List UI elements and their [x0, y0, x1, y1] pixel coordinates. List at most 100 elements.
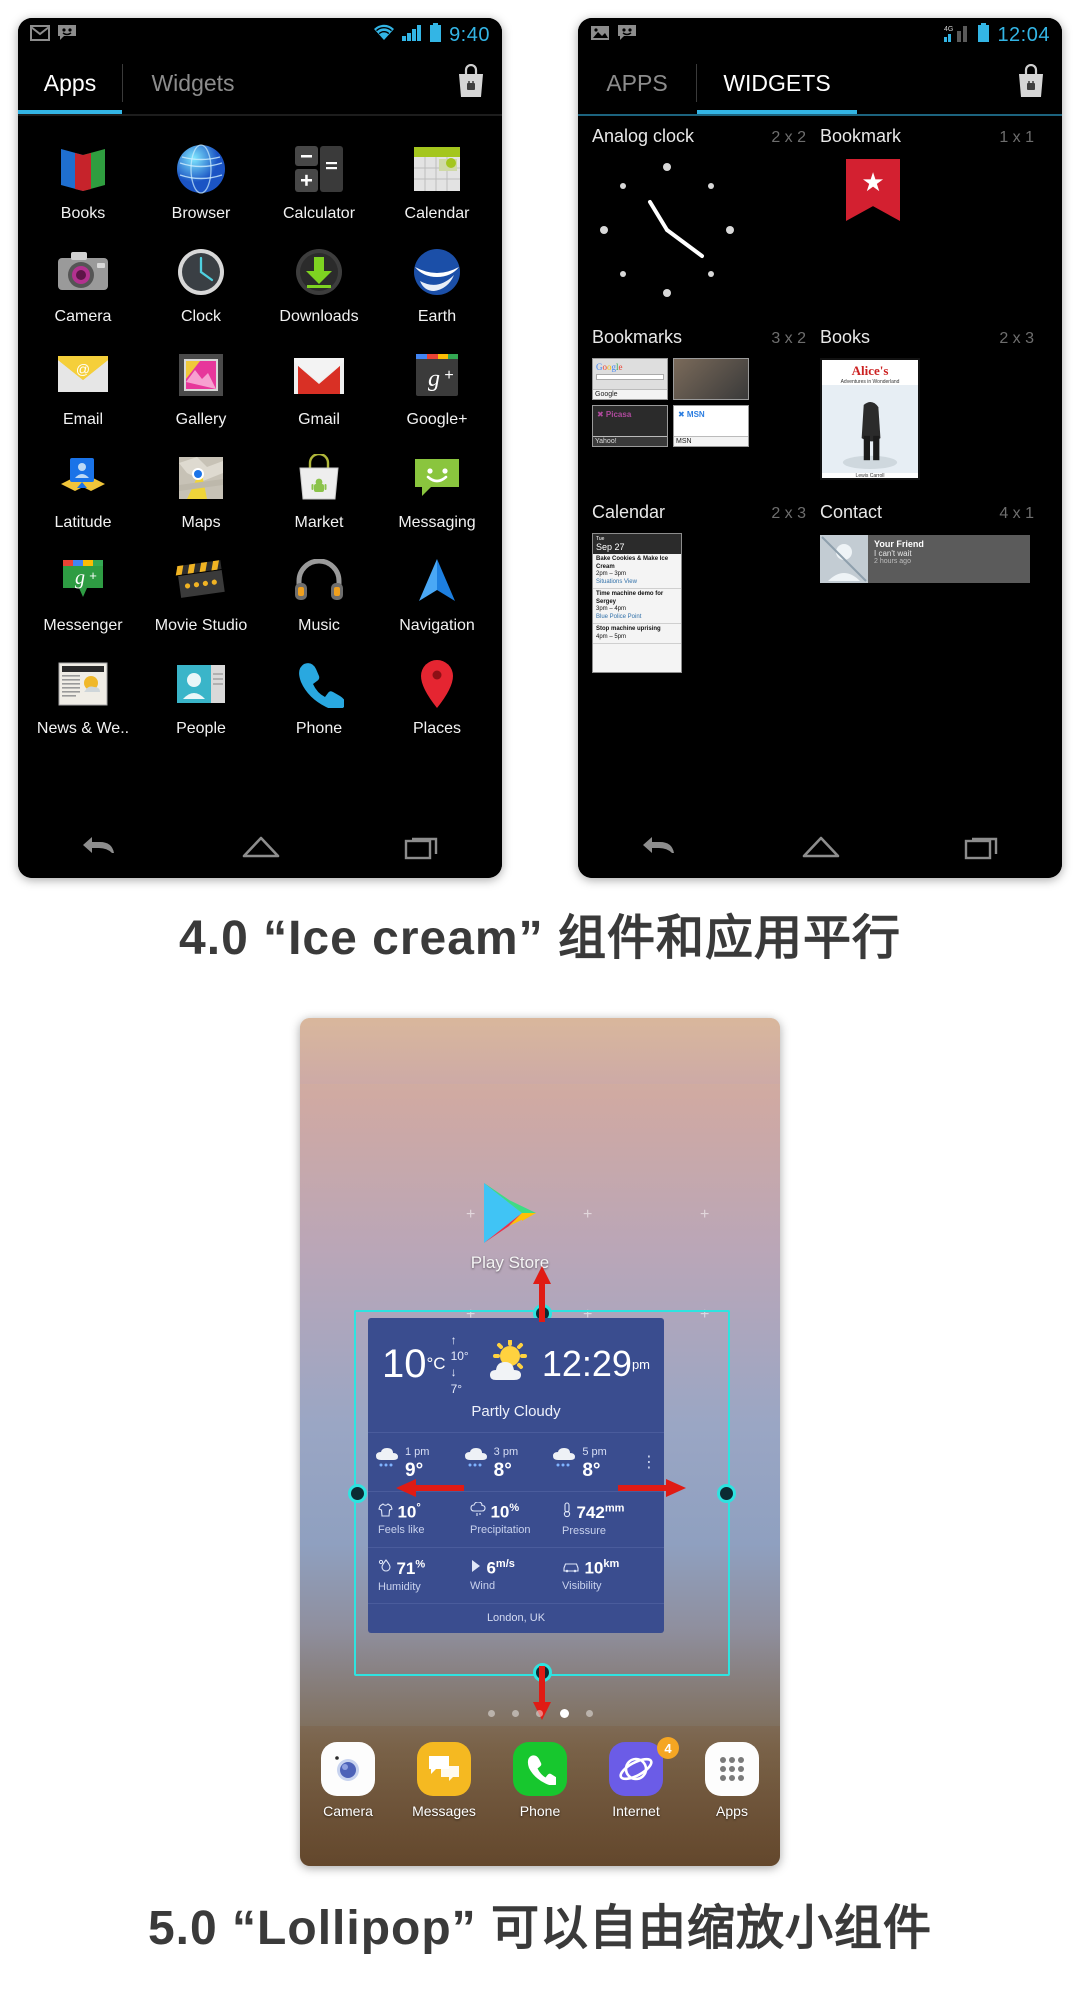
app-latitude[interactable]: Latitude: [24, 441, 142, 538]
app-places[interactable]: Places: [378, 647, 496, 744]
event-title: Bake Cookies & Make Ice Cream: [596, 556, 669, 570]
weather-city: London, UK: [368, 1602, 664, 1633]
navigation-icon: [406, 550, 468, 612]
widget-contact[interactable]: Your Friend I can't wait 2 hours ago: [820, 525, 1048, 673]
app-label: Latitude: [54, 514, 112, 531]
hourly-time: 5 pm: [582, 1445, 607, 1458]
app-label: Places: [412, 720, 462, 737]
app-gmail[interactable]: Gmail: [260, 338, 378, 435]
app-email[interactable]: @ Email: [24, 338, 142, 435]
event-time: 2pm – 3pm: [596, 571, 627, 577]
calculator-icon: [288, 138, 350, 200]
messages-icon: [417, 1742, 471, 1796]
dock-item-camera[interactable]: Camera: [309, 1742, 387, 1819]
weather-widget[interactable]: 10 °C ↑ 10° ↓ 7° 12:29 pm Partly Cloudy: [368, 1318, 664, 1633]
navigation-bar: [18, 820, 502, 878]
app-movie-studio[interactable]: Movie Studio: [142, 544, 260, 641]
app-people[interactable]: People: [142, 647, 260, 744]
page-dot[interactable]: [511, 1710, 519, 1717]
weather-stats-row-2: 71% Humidity 6m/s Wind 10km Visibility: [368, 1546, 664, 1603]
ics-widgets-phone: 4G 12:04 APPS WIDGETS Analog clock 2 x 2…: [578, 18, 1062, 878]
page-dot[interactable]: [487, 1710, 495, 1717]
tab-widgets[interactable]: WIDGETS: [697, 52, 857, 114]
stat-feels-like: 10° Feels like: [378, 1502, 470, 1537]
droplet-icon: [378, 1558, 396, 1578]
app-news-weather[interactable]: News & We..: [24, 647, 142, 744]
dock-item-internet[interactable]: 4 Internet: [597, 1737, 679, 1819]
back-icon[interactable]: [80, 835, 118, 864]
app-label: Books: [60, 205, 106, 222]
app-books[interactable]: Books: [24, 132, 142, 229]
dock-item-apps[interactable]: Apps: [693, 1742, 771, 1819]
dock-item-phone[interactable]: Phone: [501, 1742, 579, 1819]
stat-pressure: 742mm Pressure: [562, 1502, 654, 1537]
widget-size: 1 x 1: [999, 129, 1034, 146]
page-dot-active[interactable]: [559, 1709, 569, 1718]
app-earth[interactable]: Earth: [378, 235, 496, 332]
page-indicator-dots: [300, 1709, 780, 1718]
contact-text: I can't wait: [874, 549, 912, 558]
overflow-menu-icon[interactable]: ⋮: [640, 1452, 658, 1472]
app-navigation[interactable]: Navigation: [378, 544, 496, 641]
tab-apps[interactable]: APPS: [578, 52, 696, 114]
market-button[interactable]: [440, 52, 502, 114]
stat-unit: °: [416, 1501, 421, 1514]
dock-label: Internet: [612, 1803, 660, 1819]
app-messenger[interactable]: g + Messenger: [24, 544, 142, 641]
widget-analog-clock[interactable]: [592, 149, 820, 305]
weather-condition: Partly Cloudy: [471, 1402, 561, 1420]
tabbar-spacer: [857, 52, 1000, 114]
widget-name: Analog clock: [592, 126, 695, 146]
app-phone[interactable]: Phone: [260, 647, 378, 744]
resize-handle-left[interactable]: [348, 1484, 367, 1503]
widget-books[interactable]: Alice's Adventures in Wonderland Lewis C…: [820, 350, 1048, 480]
event-place: Blue Police Point: [596, 613, 642, 620]
svg-text:g: g: [428, 366, 440, 392]
widget-row-header: Bookmarks 3 x 2 Books 2 x 3: [578, 305, 1062, 350]
widget-row-body: Google Google ✖ Picasa Yahoo! ✖ MSN MSN: [578, 350, 1062, 480]
app-calculator[interactable]: Calculator: [260, 132, 378, 229]
weather-clock: 12:29: [541, 1343, 632, 1385]
widget-row-header: Analog clock 2 x 2 Bookmark 1 x 1: [578, 116, 1062, 149]
app-clock[interactable]: Clock: [142, 235, 260, 332]
app-downloads[interactable]: Downloads: [260, 235, 378, 332]
app-messaging[interactable]: Messaging: [378, 441, 496, 538]
calendar-date: Sep 27: [596, 542, 625, 552]
resize-handle-right[interactable]: [717, 1484, 736, 1503]
ics-apps-phone: 9:40 Apps Widgets Books Browser Calculat…: [18, 18, 502, 878]
app-camera[interactable]: Camera: [24, 235, 142, 332]
app-market[interactable]: Market: [260, 441, 378, 538]
home-icon[interactable]: [241, 835, 281, 864]
app-google-plus[interactable]: g + Google+: [378, 338, 496, 435]
tab-apps[interactable]: Apps: [18, 52, 122, 114]
app-calendar[interactable]: Calendar: [378, 132, 496, 229]
widget-bookmark[interactable]: ★: [820, 149, 1048, 305]
stat-humidity: 71% Humidity: [378, 1558, 470, 1592]
dock-item-messages[interactable]: Messages: [405, 1742, 483, 1819]
stat-value: 6: [486, 1558, 496, 1578]
app-browser[interactable]: Browser: [142, 132, 260, 229]
internet-icon: [609, 1742, 663, 1796]
recents-icon[interactable]: [964, 834, 1000, 865]
widget-bookmarks[interactable]: Google Google ✖ Picasa Yahoo! ✖ MSN MSN: [592, 350, 820, 480]
play-store-icon[interactable]: [478, 1180, 542, 1246]
app-gallery[interactable]: Gallery: [142, 338, 260, 435]
battery-icon: [977, 23, 990, 47]
page-dot[interactable]: [535, 1710, 543, 1717]
widget-calendar[interactable]: Tue Sep 27 Bake Cookies & Make Ice Cream…: [592, 525, 820, 673]
hourly-temp: 8°: [582, 1459, 601, 1481]
stat-unit: km: [603, 1557, 620, 1570]
signal-icon: 4G: [942, 23, 970, 47]
tab-widgets[interactable]: Widgets: [123, 52, 263, 114]
back-icon[interactable]: [640, 835, 678, 864]
page-dot[interactable]: [585, 1710, 593, 1717]
books-preview: Alice's Adventures in Wonderland Lewis C…: [820, 358, 920, 480]
app-maps[interactable]: Maps: [142, 441, 260, 538]
recents-icon[interactable]: [404, 834, 440, 865]
widget-name: Bookmark: [820, 126, 902, 146]
app-music[interactable]: Music: [260, 544, 378, 641]
market-button[interactable]: [1000, 52, 1062, 114]
app-label: Phone: [295, 720, 343, 737]
bookmark-tile: [673, 358, 749, 400]
home-icon[interactable]: [801, 835, 841, 864]
